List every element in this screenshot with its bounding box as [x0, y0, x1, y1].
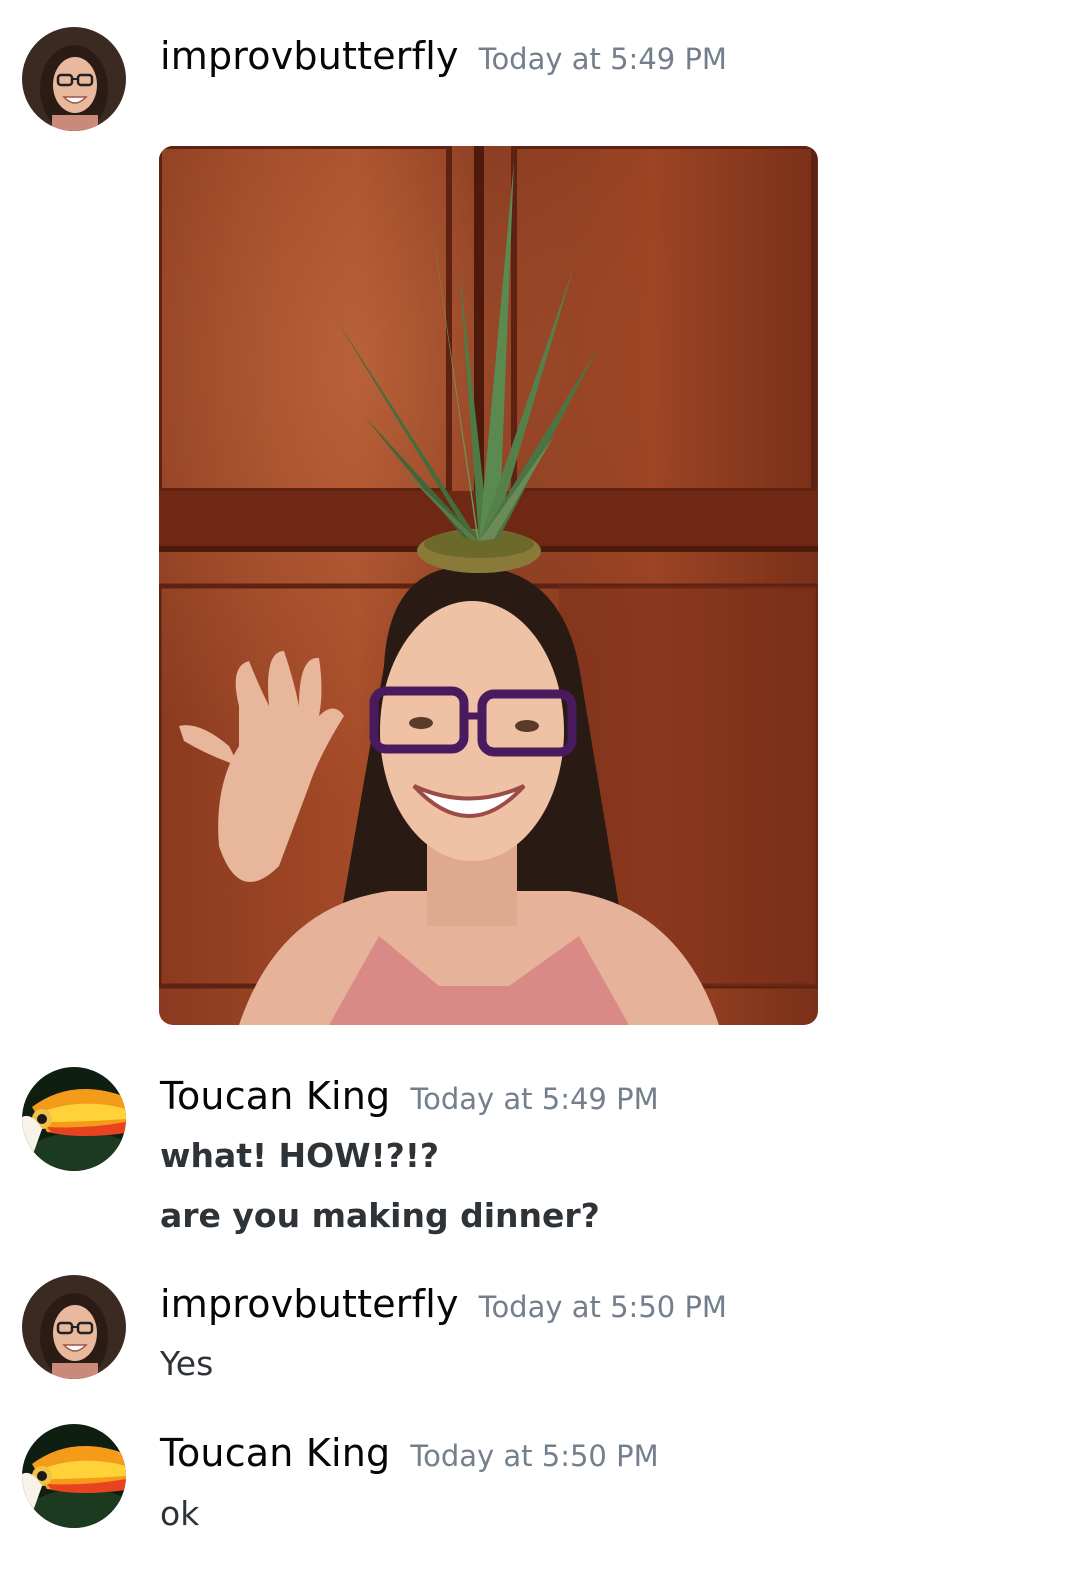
woman-avatar-icon — [22, 1275, 126, 1379]
photo-woman-pineapple-icon — [159, 146, 818, 1025]
message-group: Toucan King Today at 5:50 PM ok — [0, 1397, 1080, 1570]
message-text: ok — [160, 1494, 200, 1533]
timestamp[interactable]: Today at 5:50 PM — [479, 1290, 727, 1324]
message-header: improvbutterfly Today at 5:50 PM — [160, 1282, 727, 1326]
woman-avatar-icon — [22, 27, 126, 131]
message-text: are you making dinner? — [160, 1196, 600, 1235]
image-attachment[interactable] — [159, 146, 818, 1025]
message-group: Toucan King Today at 5:49 PM what! HOW!?… — [0, 1040, 1080, 1250]
user-avatar[interactable] — [22, 1067, 126, 1171]
message-header: Toucan King Today at 5:50 PM — [160, 1431, 659, 1475]
message-header: Toucan King Today at 5:49 PM — [160, 1074, 659, 1118]
timestamp[interactable]: Today at 5:49 PM — [479, 42, 727, 76]
username[interactable]: Toucan King — [160, 1431, 390, 1475]
toucan-avatar-icon — [22, 1067, 126, 1171]
timestamp[interactable]: Today at 5:50 PM — [410, 1439, 658, 1473]
username[interactable]: Toucan King — [160, 1074, 390, 1118]
user-avatar[interactable] — [22, 27, 126, 131]
user-avatar[interactable] — [22, 1275, 126, 1379]
username[interactable]: improvbutterfly — [160, 1282, 459, 1326]
user-avatar[interactable] — [22, 1424, 126, 1528]
message-group: improvbutterfly Today at 5:50 PM Yes — [0, 1248, 1080, 1398]
timestamp[interactable]: Today at 5:49 PM — [410, 1082, 658, 1116]
message-text: what! HOW!?!? — [160, 1136, 440, 1175]
username[interactable]: improvbutterfly — [160, 34, 459, 78]
message-group: improvbutterfly Today at 5:49 PM — [0, 0, 1080, 1040]
message-text: Yes — [160, 1344, 214, 1383]
toucan-avatar-icon — [22, 1424, 126, 1528]
message-header: improvbutterfly Today at 5:49 PM — [160, 34, 727, 78]
